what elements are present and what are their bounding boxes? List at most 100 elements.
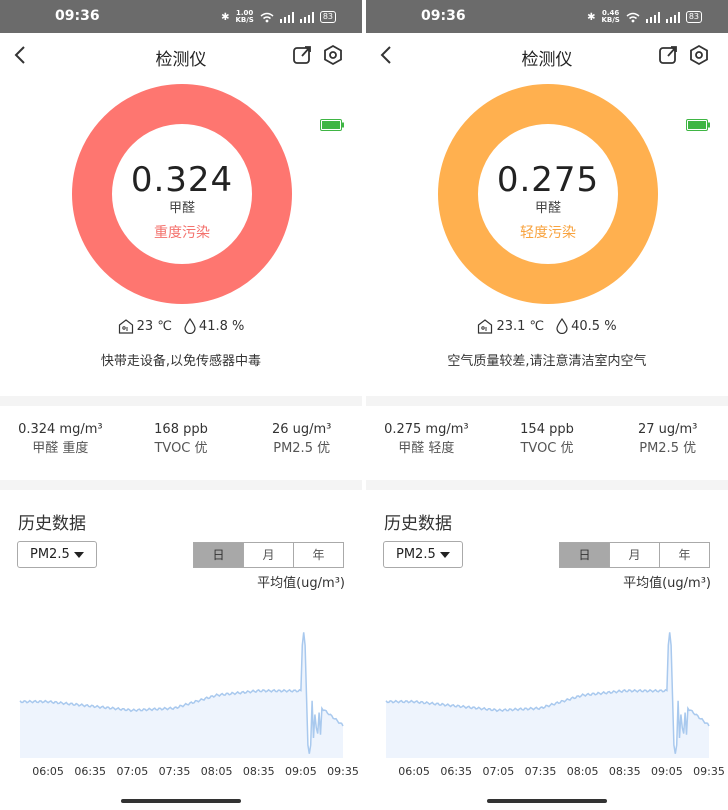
pm25-area bbox=[386, 632, 709, 758]
metric-value: 0.324 mg/m³ bbox=[18, 422, 103, 437]
period-day[interactable]: 日 bbox=[194, 543, 243, 567]
metric-value: 168 ppb bbox=[154, 422, 208, 437]
reading-value: 0.324 bbox=[130, 160, 234, 200]
humidity-item: 41.8 % bbox=[184, 318, 244, 334]
x-tick-label: 09:05 bbox=[651, 765, 683, 778]
status-bar: 09:36 ✱ 1.00 KB/S 83 bbox=[0, 0, 362, 33]
caret-down-icon bbox=[440, 552, 450, 558]
metric-formaldehyde: 0.275 mg/m³ 甲醛 轻度 bbox=[366, 420, 487, 458]
average-label: 平均值(ug/m³) bbox=[623, 576, 711, 591]
net-speed-unit: KB/S bbox=[601, 16, 620, 24]
period-year[interactable]: 年 bbox=[293, 543, 343, 567]
period-month[interactable]: 月 bbox=[243, 543, 293, 567]
section-divider bbox=[366, 396, 728, 406]
screen-left: 09:36 ✱ 1.00 KB/S 83 检测仪 0.324 甲醛 重度污染 23… bbox=[0, 0, 362, 810]
average-label: 平均值(ug/m³) bbox=[257, 576, 345, 591]
period-selector: 日 月 年 bbox=[193, 542, 344, 568]
gesture-bar[interactable] bbox=[121, 799, 241, 803]
device-battery-icon bbox=[320, 119, 344, 131]
thermometer-house-icon bbox=[478, 318, 493, 334]
status-icons: ✱ 0.46 KB/S 83 bbox=[587, 10, 702, 24]
wifi-icon bbox=[626, 12, 640, 22]
signal-icon bbox=[645, 11, 660, 23]
settings-icon[interactable] bbox=[688, 44, 710, 66]
history-title: 历史数据 bbox=[18, 514, 86, 534]
x-tick-label: 08:05 bbox=[200, 765, 233, 778]
metric-tvoc: 154 ppb TVOC 优 bbox=[487, 420, 608, 458]
parameter-dropdown[interactable]: PM2.5 bbox=[17, 541, 97, 568]
x-tick-label: 08:35 bbox=[608, 765, 641, 778]
x-tick-label: 06:35 bbox=[74, 765, 107, 778]
settings-icon[interactable] bbox=[322, 44, 344, 66]
wifi-icon bbox=[260, 12, 274, 22]
metric-value: 26 ug/m³ bbox=[271, 422, 332, 437]
parameter-selected: PM2.5 bbox=[396, 547, 436, 562]
metric-desc: 甲醛 轻度 bbox=[398, 441, 455, 456]
x-tick-label: 09:05 bbox=[285, 765, 317, 778]
app-bar: 检测仪 bbox=[0, 33, 362, 77]
advice-text: 快带走设备,以免传感器中毒 bbox=[100, 354, 262, 369]
humidity-value: 40.5 % bbox=[571, 318, 617, 334]
parameter-dropdown[interactable]: PM2.5 bbox=[383, 541, 463, 568]
period-month[interactable]: 月 bbox=[609, 543, 659, 567]
x-tick-label: 07:05 bbox=[116, 765, 149, 778]
x-tick-label: 06:05 bbox=[32, 765, 64, 778]
period-year[interactable]: 年 bbox=[659, 543, 709, 567]
reading-value: 0.275 bbox=[496, 160, 600, 200]
section-divider bbox=[0, 480, 362, 490]
net-speed-unit: KB/S bbox=[235, 16, 254, 24]
net-speed: 1.00 KB/S bbox=[235, 10, 253, 24]
status-icons: ✱ 1.00 KB/S 83 bbox=[221, 10, 336, 24]
thermometer-house-icon bbox=[118, 318, 133, 334]
history-title: 历史数据 bbox=[384, 514, 452, 534]
x-axis: 06:05 06:35 07:05 07:35 08:05 08:35 09:05 09:35 bbox=[366, 765, 728, 781]
metric-pm25: 27 ug/m³ PM2.5 优 bbox=[607, 420, 728, 458]
environment-row: 23 ℃ 41.8 % bbox=[0, 318, 362, 334]
metric-value: 0.275 mg/m³ bbox=[384, 422, 469, 437]
reading-pollutant: 甲醛 bbox=[534, 201, 561, 216]
metric-pm25: 26 ug/m³ PM2.5 优 bbox=[241, 420, 362, 458]
metric-value: 27 ug/m³ bbox=[637, 422, 698, 437]
signal-icon-2 bbox=[299, 11, 314, 23]
metric-desc: TVOC 优 bbox=[520, 441, 574, 456]
humidity-item: 40.5 % bbox=[556, 318, 617, 334]
status-time: 09:36 bbox=[421, 8, 466, 24]
temperature-value: 23.1 ℃ bbox=[496, 318, 545, 334]
reading-ring: 0.275 甲醛 轻度污染 bbox=[438, 84, 658, 304]
signal-icon bbox=[279, 11, 294, 23]
status-bar: 09:36 ✱ 0.46 KB/S 83 bbox=[366, 0, 728, 33]
battery-status: 83 bbox=[685, 11, 702, 23]
droplet-icon bbox=[184, 318, 196, 334]
droplet-icon bbox=[556, 318, 568, 334]
temperature-value: 23 ℃ bbox=[136, 318, 172, 334]
x-tick-label: 09:35 bbox=[327, 765, 359, 778]
signal-icon-2 bbox=[665, 11, 680, 23]
share-icon[interactable] bbox=[657, 44, 679, 66]
x-tick-label: 09:35 bbox=[693, 765, 725, 778]
period-day[interactable]: 日 bbox=[560, 543, 609, 567]
reading-pollutant: 甲醛 bbox=[168, 201, 195, 216]
x-tick-label: 06:05 bbox=[398, 765, 430, 778]
reading-ring: 0.324 甲醛 重度污染 bbox=[72, 84, 292, 304]
humidity-value: 41.8 % bbox=[198, 318, 245, 334]
x-tick-label: 06:35 bbox=[440, 765, 473, 778]
bluetooth-icon: ✱ bbox=[587, 11, 596, 23]
parameter-selected: PM2.5 bbox=[30, 547, 70, 562]
device-battery-icon bbox=[686, 119, 710, 131]
caret-down-icon bbox=[74, 552, 84, 558]
metric-value: 154 ppb bbox=[520, 422, 574, 437]
x-tick-label: 07:35 bbox=[524, 765, 557, 778]
share-icon[interactable] bbox=[291, 44, 313, 66]
temperature-item: 23.1 ℃ bbox=[477, 319, 544, 334]
metric-desc: PM2.5 优 bbox=[273, 441, 331, 456]
environment-row: 23.1 ℃ 40.5 % bbox=[366, 318, 728, 334]
pollution-level: 重度污染 bbox=[154, 225, 210, 241]
section-divider bbox=[0, 396, 362, 406]
metric-tvoc: 168 ppb TVOC 优 bbox=[121, 420, 242, 458]
advice-text: 空气质量较差,请注意清洁室内空气 bbox=[447, 354, 647, 369]
net-speed: 0.46 KB/S bbox=[601, 10, 619, 24]
metric-desc: 甲醛 重度 bbox=[32, 441, 89, 456]
bluetooth-icon: ✱ bbox=[221, 11, 230, 23]
metric-desc: TVOC 优 bbox=[154, 441, 208, 456]
gesture-bar[interactable] bbox=[487, 799, 607, 803]
